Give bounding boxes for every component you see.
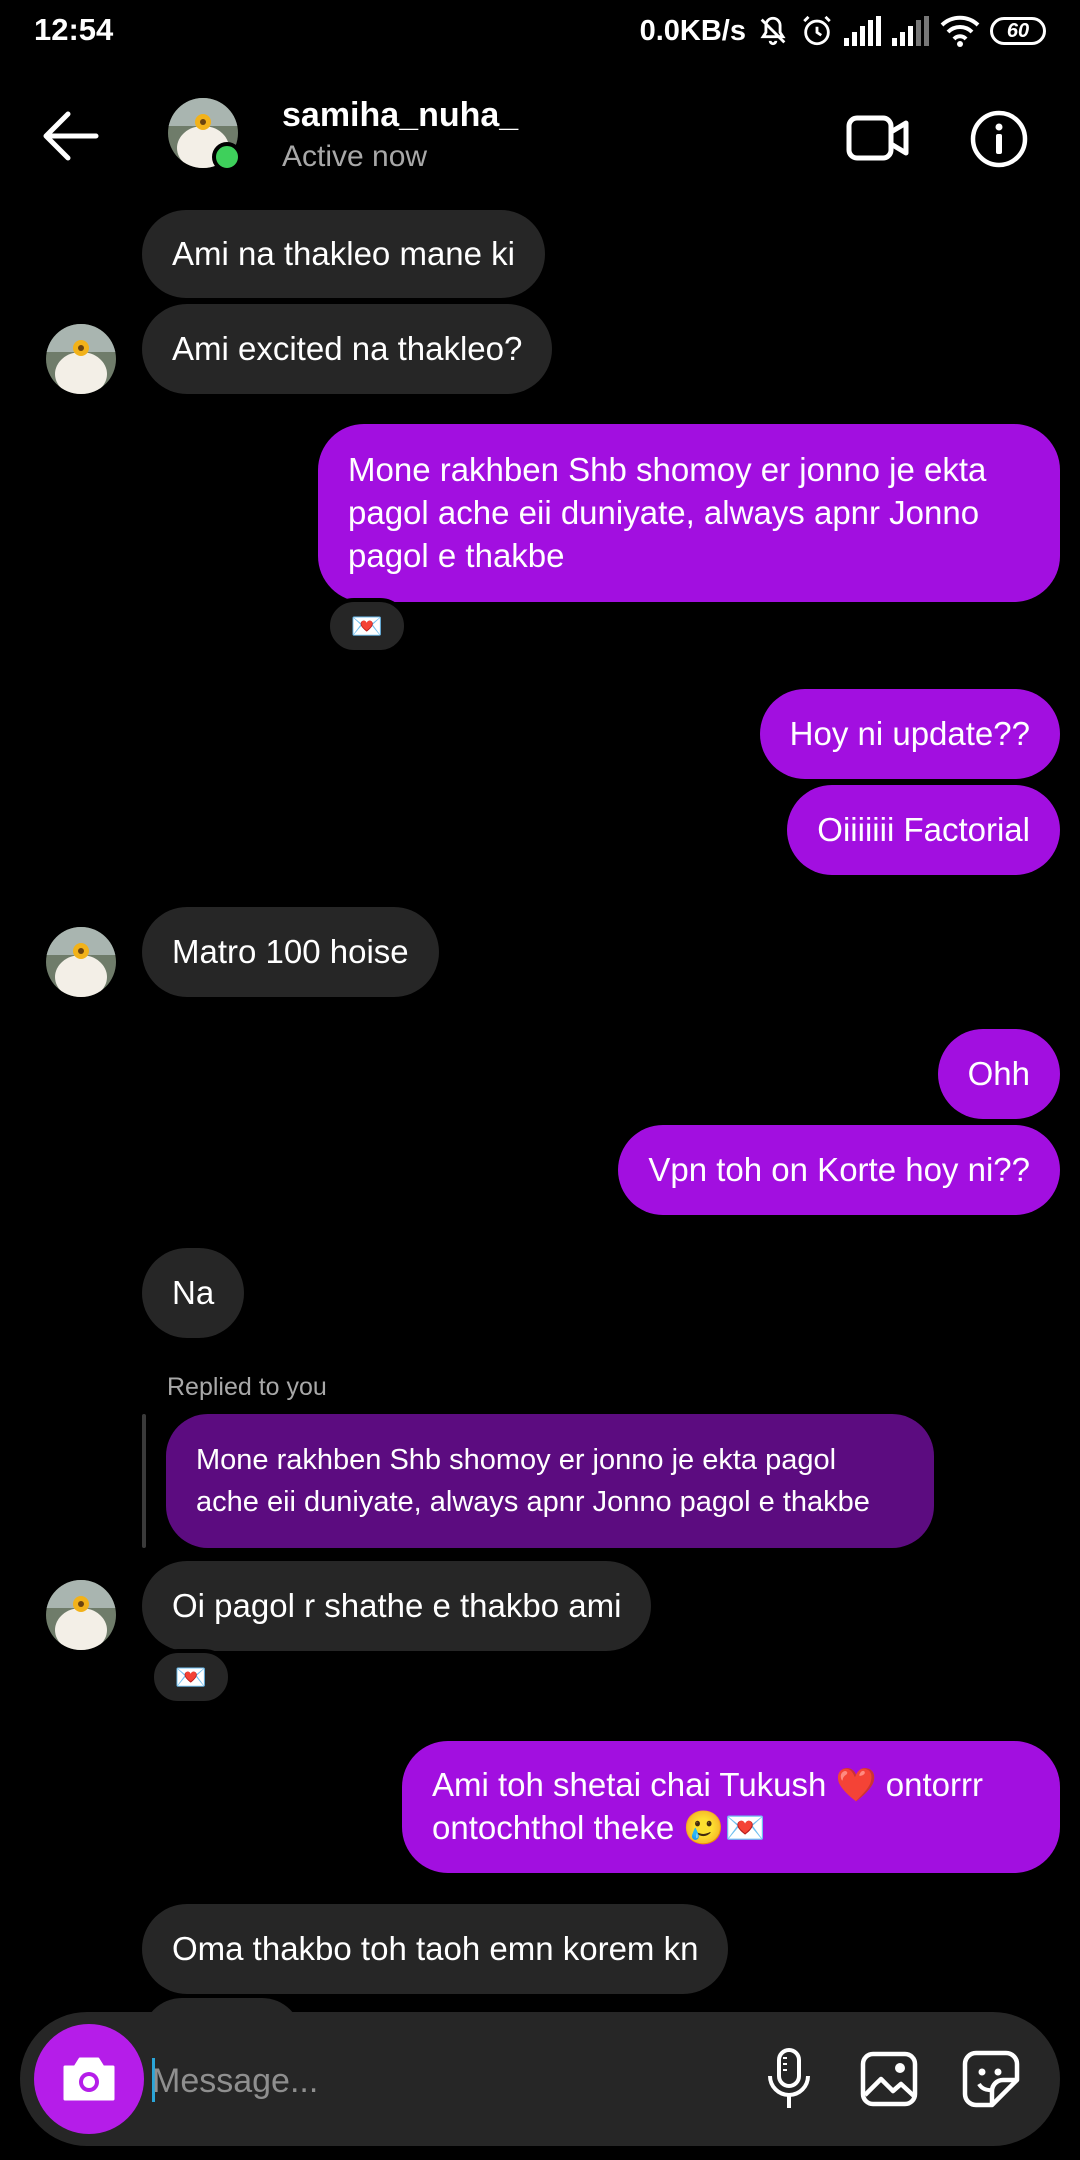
microphone-icon — [768, 2048, 810, 2108]
message-incoming[interactable]: Na — [142, 1248, 245, 1338]
message-incoming[interactable]: Matro 100 hoise — [142, 907, 439, 997]
message-input[interactable] — [150, 2050, 714, 2112]
gallery-icon — [860, 2051, 918, 2107]
gallery-button[interactable] — [856, 2046, 922, 2112]
message-incoming[interactable]: Ami na thakleo mane ki — [142, 210, 546, 298]
chat-header: samiha_nuha_ Active now — [0, 78, 1080, 198]
info-button[interactable] — [970, 110, 1028, 168]
message-incoming[interactable]: Ami excited na thakleo? — [142, 304, 553, 394]
video-call-button[interactable] — [846, 112, 910, 164]
sticker-button[interactable] — [958, 2046, 1024, 2112]
status-icons: 0.0KB/s 60 — [640, 12, 1046, 50]
sticker-icon — [962, 2050, 1020, 2108]
alarm-icon — [800, 14, 834, 48]
message-reaction[interactable]: 💌 — [326, 598, 408, 654]
message-outgoing[interactable]: Vpn toh on Korte hoy ni?? — [618, 1125, 1060, 1215]
wifi-icon — [940, 15, 980, 47]
microphone-button[interactable] — [756, 2046, 822, 2112]
sender-avatar[interactable] — [46, 927, 116, 997]
info-icon — [970, 110, 1028, 168]
message-outgoing[interactable]: Mone rakhben Shb shomoy er jonno je ekta… — [318, 424, 1060, 602]
status-bar: 12:54 0.0KB/s 60 — [0, 0, 1080, 62]
contact-username[interactable]: samiha_nuha_ — [282, 96, 518, 135]
signal-icon — [844, 16, 882, 46]
message-outgoing[interactable]: Ami toh shetai chai Tukush ❤️ ontorrr on… — [402, 1741, 1060, 1873]
camera-icon — [63, 2057, 115, 2101]
reply-line — [142, 1414, 146, 1548]
reply-label: Replied to you — [167, 1373, 327, 1401]
back-button[interactable] — [38, 108, 102, 164]
status-time: 12:54 — [34, 12, 114, 47]
battery-icon: 60 — [990, 17, 1046, 45]
message-outgoing[interactable]: Ohh — [937, 1029, 1060, 1119]
quoted-message[interactable]: Mone rakhben Shb shomoy er jonno je ekta… — [166, 1414, 934, 1548]
message-reaction[interactable]: 💌 — [150, 1649, 232, 1705]
net-speed: 0.0KB/s — [639, 14, 746, 47]
video-call-icon — [846, 115, 909, 161]
online-indicator — [212, 142, 242, 172]
sender-avatar[interactable] — [46, 1580, 116, 1650]
mute-icon — [756, 14, 790, 48]
message-outgoing[interactable]: Oiiiiiii Factorial — [787, 785, 1060, 875]
message-composer — [20, 2012, 1060, 2146]
camera-button[interactable] — [34, 2024, 144, 2134]
message-outgoing[interactable]: Hoy ni update?? — [759, 689, 1060, 779]
message-incoming[interactable]: Oi pagol r shathe e thakbo ami — [142, 1561, 652, 1651]
signal-icon-2 — [892, 16, 930, 46]
reaction-emoji: 💌 — [174, 1661, 208, 1692]
back-arrow-icon — [43, 111, 99, 161]
contact-status: Active now — [282, 140, 428, 173]
reaction-emoji: 💌 — [350, 610, 384, 641]
message-incoming[interactable]: Oma thakbo toh taoh emn korem kn — [142, 1904, 729, 1994]
sender-avatar[interactable] — [46, 324, 116, 394]
